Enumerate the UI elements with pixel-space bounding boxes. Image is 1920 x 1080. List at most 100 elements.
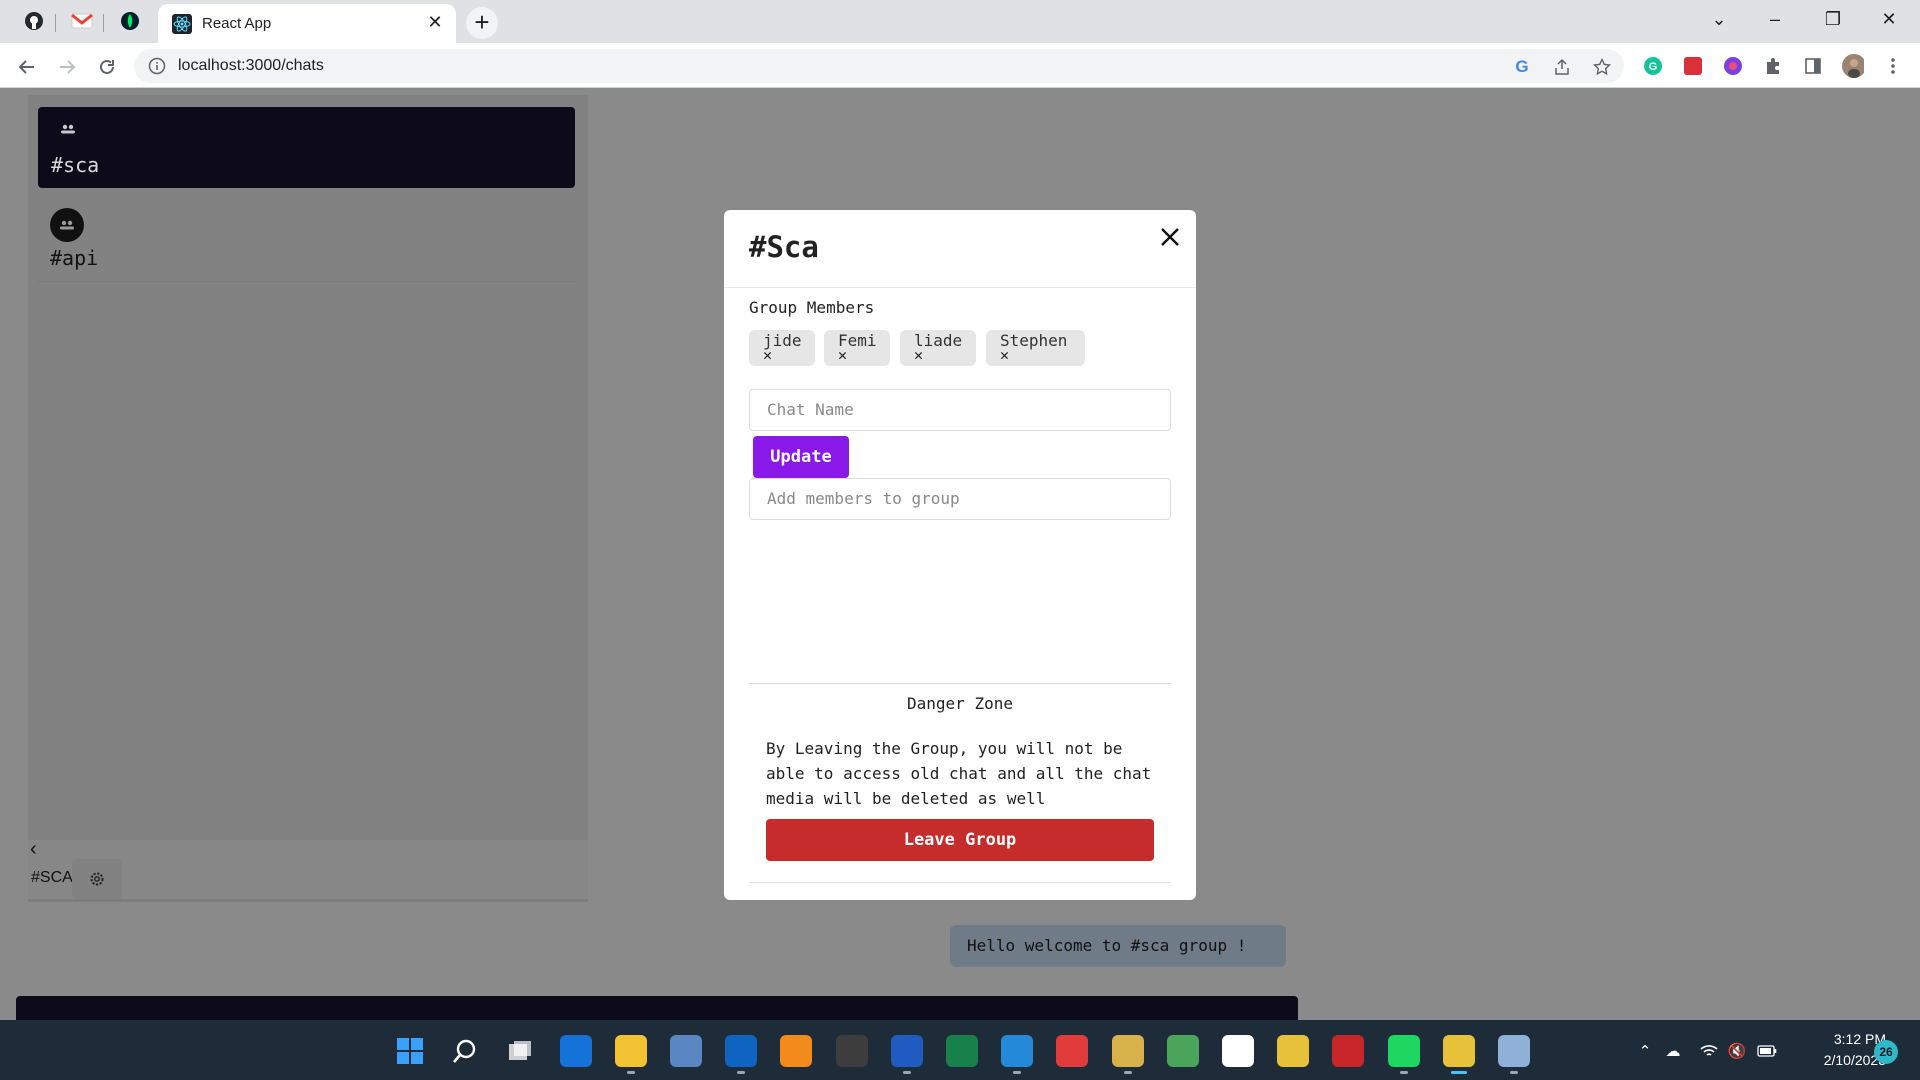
arrow-left-icon	[18, 60, 34, 74]
extension-color-icon[interactable]	[1722, 55, 1744, 77]
bookmark-star-icon[interactable]	[1592, 57, 1612, 77]
word-icon[interactable]	[891, 1035, 923, 1067]
active-tab[interactable]: React App ✕	[158, 4, 456, 43]
notification-badge[interactable]: 26	[1874, 1040, 1898, 1064]
remove-member-icon[interactable]: ✕	[914, 348, 923, 363]
group-members-label: Group Members	[749, 298, 875, 317]
vscode-icon[interactable]	[1001, 1035, 1033, 1067]
tab-search-icon[interactable]: ⌄	[1696, 4, 1742, 34]
danger-zone-title: Danger Zone	[907, 694, 1013, 713]
window-close-icon[interactable]: ✕	[1866, 4, 1912, 34]
git-icon[interactable]	[1056, 1035, 1088, 1067]
url-text: localhost:3000/chats	[178, 57, 324, 74]
grammarly-icon[interactable]: G	[1642, 55, 1664, 77]
chrome-active-icon[interactable]	[1443, 1035, 1475, 1067]
running-indicator	[627, 1071, 635, 1074]
gmail-tab[interactable]	[60, 4, 104, 38]
extension-red-icon[interactable]	[1682, 55, 1704, 77]
network-manager-icon[interactable]	[1498, 1035, 1530, 1067]
mongodb-icon	[121, 12, 139, 30]
info-icon[interactable]	[148, 57, 166, 75]
chat-list-item-api[interactable]: #api	[38, 204, 575, 282]
new-tab-button[interactable]: +	[466, 7, 498, 39]
react-icon	[172, 14, 192, 34]
running-indicator	[1124, 1071, 1132, 1074]
reload-icon	[100, 59, 114, 74]
chrome-icon[interactable]	[1277, 1035, 1309, 1067]
group-icon	[61, 124, 75, 134]
profile-avatar[interactable]	[1842, 54, 1864, 78]
share-icon[interactable]	[1552, 57, 1572, 77]
filezilla-icon[interactable]	[1332, 1035, 1364, 1067]
message-input-bar[interactable]	[16, 996, 1298, 1020]
modal-header: #Sca	[724, 210, 1196, 288]
restore-icon[interactable]: ❐	[1810, 4, 1856, 34]
divider	[749, 683, 1171, 684]
toolbox-icon[interactable]	[1112, 1035, 1144, 1067]
member-name: Stephen	[1000, 331, 1068, 350]
start-icon[interactable]	[394, 1035, 426, 1067]
chat-settings-button[interactable]	[72, 859, 122, 899]
terminal-icon[interactable]	[836, 1035, 868, 1067]
mongodb-tab[interactable]	[108, 4, 152, 38]
running-indicator	[1400, 1071, 1408, 1074]
running-indicator	[1013, 1071, 1021, 1074]
extensions-puzzle-icon[interactable]	[1762, 55, 1784, 77]
tab-title: React App	[202, 15, 272, 32]
side-panel-icon[interactable]	[1802, 55, 1824, 77]
search-icon[interactable]	[449, 1035, 481, 1067]
file-explorer-icon[interactable]	[615, 1035, 647, 1067]
slack-icon[interactable]	[1222, 1035, 1254, 1067]
member-chip-jide: jide ✕	[749, 330, 815, 366]
remove-member-icon[interactable]: ✕	[838, 348, 847, 363]
notepad-icon[interactable]	[1167, 1035, 1199, 1067]
github-tab[interactable]	[12, 4, 56, 38]
add-members-input[interactable]: Add members to group	[749, 478, 1171, 520]
close-icon	[1161, 228, 1179, 246]
running-indicator	[1451, 1071, 1467, 1074]
forward-button[interactable]	[52, 52, 82, 82]
vlc-icon[interactable]	[780, 1035, 812, 1067]
mail-icon[interactable]	[560, 1035, 592, 1067]
github-icon	[25, 12, 43, 30]
battery-icon[interactable]	[1756, 1040, 1778, 1062]
volume-muted-icon[interactable]: 🔇	[1726, 1040, 1748, 1062]
address-bar[interactable]: localhost:3000/chats G	[134, 49, 1624, 83]
member-chip-stephen: Stephen ✕	[986, 330, 1085, 366]
modal-title: #Sca	[749, 230, 819, 264]
chat-list-item-sca[interactable]: #sca	[38, 107, 575, 188]
current-chat-title: #SCA	[31, 869, 73, 886]
wifi-icon[interactable]	[1698, 1040, 1720, 1062]
remove-member-icon[interactable]: ✕	[763, 348, 772, 363]
member-chip-femi: Femi ✕	[824, 330, 890, 366]
group-icon	[60, 220, 74, 230]
tab-close-icon[interactable]: ✕	[424, 11, 446, 33]
group-settings-modal: #Sca Group Members jide ✕ Femi ✕ liade ✕…	[724, 210, 1196, 900]
spotify-icon[interactable]	[1388, 1035, 1420, 1067]
modal-close-button[interactable]	[1155, 222, 1185, 252]
chevron-left-icon[interactable]: ‹	[30, 838, 37, 861]
tray-overflow-chevron-icon[interactable]: ⌃	[1634, 1040, 1656, 1062]
leave-group-button[interactable]: Leave Group	[766, 819, 1154, 861]
member-chip-liade: liade ✕	[900, 330, 976, 366]
clock-time[interactable]: 3:12 PM	[1810, 1031, 1886, 1047]
onedrive-icon[interactable]: ☁	[1662, 1040, 1684, 1062]
group-avatar	[50, 208, 84, 242]
chat-message: Hello welcome to #sca group !	[950, 925, 1286, 967]
update-button[interactable]: Update	[753, 436, 849, 478]
minimize-icon[interactable]: –	[1752, 4, 1798, 34]
gmail-icon	[71, 13, 93, 29]
chat-name-input[interactable]: Chat Name	[749, 389, 1171, 431]
outlook-icon[interactable]	[725, 1035, 757, 1067]
remote-desktop-icon[interactable]	[670, 1035, 702, 1067]
back-button[interactable]	[12, 52, 42, 82]
google-lens-icon[interactable]: G	[1512, 57, 1532, 77]
divider	[749, 882, 1171, 883]
remove-member-icon[interactable]: ✕	[1000, 348, 1009, 363]
arrow-right-icon	[60, 60, 76, 74]
reload-button[interactable]	[92, 52, 122, 82]
excel-icon[interactable]	[946, 1035, 978, 1067]
browser-menu-icon[interactable]	[1882, 55, 1904, 77]
task-view-icon[interactable]	[504, 1035, 536, 1067]
clock-date[interactable]: 2/10/2023	[1796, 1052, 1886, 1068]
